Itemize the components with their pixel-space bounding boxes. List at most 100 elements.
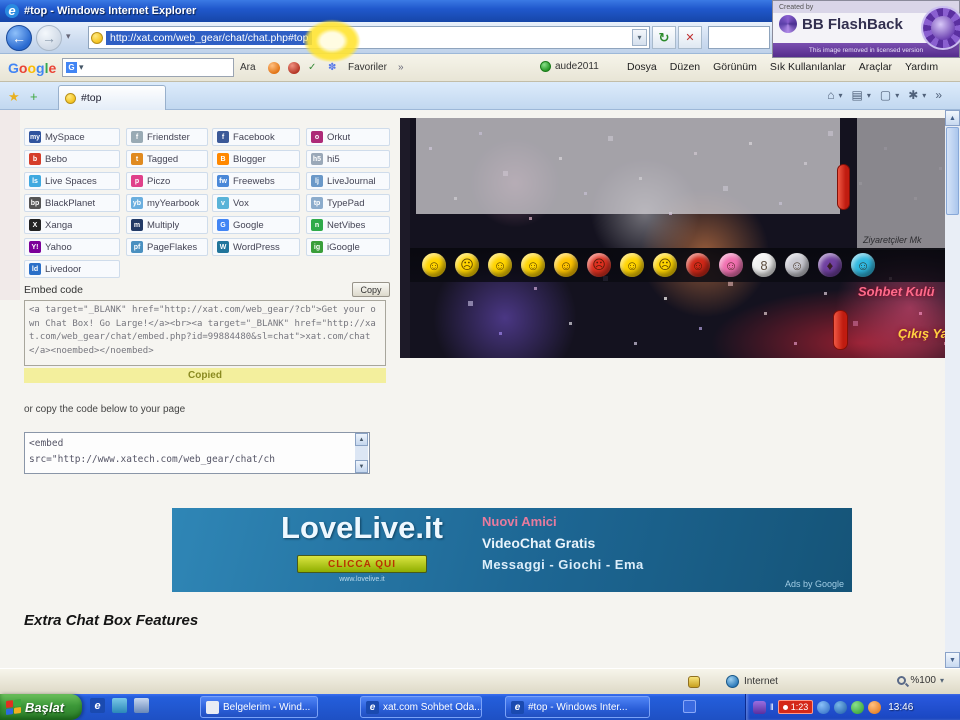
- status-tray-icon[interactable]: [851, 700, 865, 714]
- task-button-1[interactable]: Belgelerim - Wind...: [200, 696, 318, 718]
- social-item-typepad[interactable]: tp TypePad: [306, 194, 390, 212]
- network-tray-icon[interactable]: [817, 700, 831, 714]
- ad-brand[interactable]: LoveLive.it: [212, 510, 512, 546]
- google-search-button[interactable]: Ara: [240, 62, 256, 73]
- social-item-tagged[interactable]: t Tagged: [126, 150, 208, 168]
- home-dropdown-icon[interactable]: ▾: [839, 91, 843, 100]
- page-icon[interactable]: ▢: [880, 88, 891, 102]
- forward-button[interactable]: →: [36, 25, 62, 51]
- zoom-control[interactable]: %100 ▾: [897, 675, 944, 686]
- user-badge[interactable]: aude2011: [540, 61, 599, 72]
- textarea-scrollbar[interactable]: ▲ ▼: [355, 433, 368, 473]
- social-item-freewebs[interactable]: fw Freewebs: [212, 172, 300, 190]
- command-overflow-icon[interactable]: »: [935, 88, 942, 102]
- smiley-icon[interactable]: 8: [752, 253, 776, 277]
- social-item-multiply[interactable]: m Multiply: [126, 216, 208, 234]
- page-scrollbar[interactable]: ▲ ▼: [945, 110, 960, 668]
- social-item-netvibes[interactable]: n NetVibes: [306, 216, 390, 234]
- social-item-friendster[interactable]: f Friendster: [126, 128, 208, 146]
- language-indicator-icon[interactable]: [683, 700, 696, 713]
- pagerank-icon[interactable]: [268, 62, 280, 74]
- social-item-orkut[interactable]: o Orkut: [306, 128, 390, 146]
- smiley-icon[interactable]: ☹: [653, 253, 677, 277]
- quick-app-icon[interactable]: [134, 698, 149, 713]
- add-favorite-icon[interactable]: +: [30, 89, 38, 104]
- smiley-icon[interactable]: ☺: [785, 253, 809, 277]
- ad-banner[interactable]: LoveLive.it CLICCA QUI www.lovelive.it N…: [172, 508, 852, 592]
- taskbar-clock[interactable]: 13:46: [888, 702, 913, 713]
- photos-icon[interactable]: ✽: [328, 62, 336, 73]
- smiley-icon[interactable]: ☺: [686, 253, 710, 277]
- refresh-button[interactable]: ↻: [652, 26, 676, 49]
- menu-file[interactable]: Dosya: [627, 61, 657, 73]
- scroll-up-icon[interactable]: ▲: [355, 433, 368, 446]
- pause-icon[interactable]: ‖: [770, 702, 774, 712]
- spellcheck-icon[interactable]: ✓: [308, 62, 316, 73]
- print-dropdown-icon[interactable]: ▾: [867, 91, 871, 100]
- home-icon[interactable]: ⌂: [827, 88, 834, 102]
- social-item-vox[interactable]: v Vox: [212, 194, 300, 212]
- tab-top[interactable]: #top: [58, 85, 166, 110]
- print-icon[interactable]: ▤: [852, 88, 863, 102]
- social-item-myspace[interactable]: my MySpace: [24, 128, 120, 146]
- smiley-icon[interactable]: ☺: [851, 253, 875, 277]
- social-item-piczo[interactable]: p Piczo: [126, 172, 208, 190]
- recording-indicator[interactable]: 1:23: [777, 700, 814, 714]
- smiley-icon[interactable]: ♦: [818, 253, 842, 277]
- smiley-icon[interactable]: ☹: [587, 253, 611, 277]
- menu-help[interactable]: Yardım: [905, 61, 938, 73]
- social-item-yahoo[interactable]: Y! Yahoo: [24, 238, 120, 256]
- ad-cta-button[interactable]: CLICCA QUI: [297, 555, 427, 573]
- tools-icon[interactable]: ✱: [908, 88, 918, 102]
- chat-scroll-thumb-2[interactable]: [833, 310, 848, 350]
- social-item-livedoor[interactable]: ld Livedoor: [24, 260, 120, 278]
- social-item-blackplanet[interactable]: bp BlackPlanet: [24, 194, 120, 212]
- social-item-bebo[interactable]: b Bebo: [24, 150, 120, 168]
- task-button-2[interactable]: e xat.com Sohbet Oda...: [360, 696, 482, 718]
- messenger-tray-icon[interactable]: [834, 700, 848, 714]
- smiley-icon[interactable]: ☺: [488, 253, 512, 277]
- menu-favorites[interactable]: Sık Kullanılanlar: [770, 61, 846, 73]
- address-dropdown-icon[interactable]: ▾: [632, 29, 647, 46]
- address-text-selected[interactable]: http://xat.com/web_gear/chat/chat.php#to…: [106, 30, 313, 45]
- history-dropdown-icon[interactable]: ▾: [66, 31, 71, 42]
- smiley-icon[interactable]: ☺: [422, 253, 446, 277]
- back-button[interactable]: ←: [6, 25, 32, 51]
- scroll-down-icon[interactable]: ▼: [355, 460, 368, 473]
- menu-tools[interactable]: Araçlar: [859, 61, 892, 73]
- menu-view[interactable]: Görünüm: [713, 61, 757, 73]
- scrollbar-thumb[interactable]: [946, 127, 959, 215]
- zoom-dropdown-icon[interactable]: ▾: [940, 676, 944, 685]
- embed-code-textarea[interactable]: <a target="_BLANK" href="http://xat.com/…: [24, 300, 386, 366]
- google-search-dropdown-icon[interactable]: ▾: [79, 62, 84, 73]
- social-item-livejournal[interactable]: lj LiveJournal: [306, 172, 390, 190]
- social-item-myyearbook[interactable]: yb myYearbook: [126, 194, 208, 212]
- favorites-menu[interactable]: Favoriler: [348, 62, 387, 73]
- update-tray-icon[interactable]: [868, 700, 882, 714]
- address-bar[interactable]: http://xat.com/web_gear/chat/chat.php#to…: [88, 26, 650, 49]
- smiley-icon[interactable]: ☺: [554, 253, 578, 277]
- social-item-blogger[interactable]: B Blogger: [212, 150, 300, 168]
- smiley-icon[interactable]: ☹: [455, 253, 479, 277]
- search-input[interactable]: [708, 26, 770, 49]
- quick-desktop-icon[interactable]: [112, 698, 127, 713]
- copy-button[interactable]: Copy: [352, 282, 390, 297]
- quick-ie-icon[interactable]: e: [90, 698, 105, 713]
- ads-by-google-label[interactable]: Ads by Google: [785, 579, 844, 589]
- social-item-livespaces[interactable]: ls Live Spaces: [24, 172, 120, 190]
- sitewiki-icon[interactable]: [288, 62, 300, 74]
- smiley-icon[interactable]: ☺: [719, 253, 743, 277]
- favorites-star-icon[interactable]: ★: [8, 89, 20, 105]
- social-item-facebook[interactable]: f Facebook: [212, 128, 300, 146]
- tools-dropdown-icon[interactable]: ▾: [922, 91, 926, 100]
- smiley-icon[interactable]: ☺: [521, 253, 545, 277]
- social-item-wordpress[interactable]: W WordPress: [212, 238, 300, 256]
- chat-scroll-thumb[interactable]: [837, 164, 850, 210]
- smiley-icon[interactable]: ☺: [620, 253, 644, 277]
- page-dropdown-icon[interactable]: ▾: [895, 91, 899, 100]
- task-button-3[interactable]: e #top - Windows Inter...: [505, 696, 650, 718]
- social-item-igoogle[interactable]: ig iGoogle: [306, 238, 390, 256]
- google-search-input[interactable]: G ▾: [62, 58, 234, 77]
- menu-edit[interactable]: Düzen: [670, 61, 700, 73]
- social-item-xanga[interactable]: X Xanga: [24, 216, 120, 234]
